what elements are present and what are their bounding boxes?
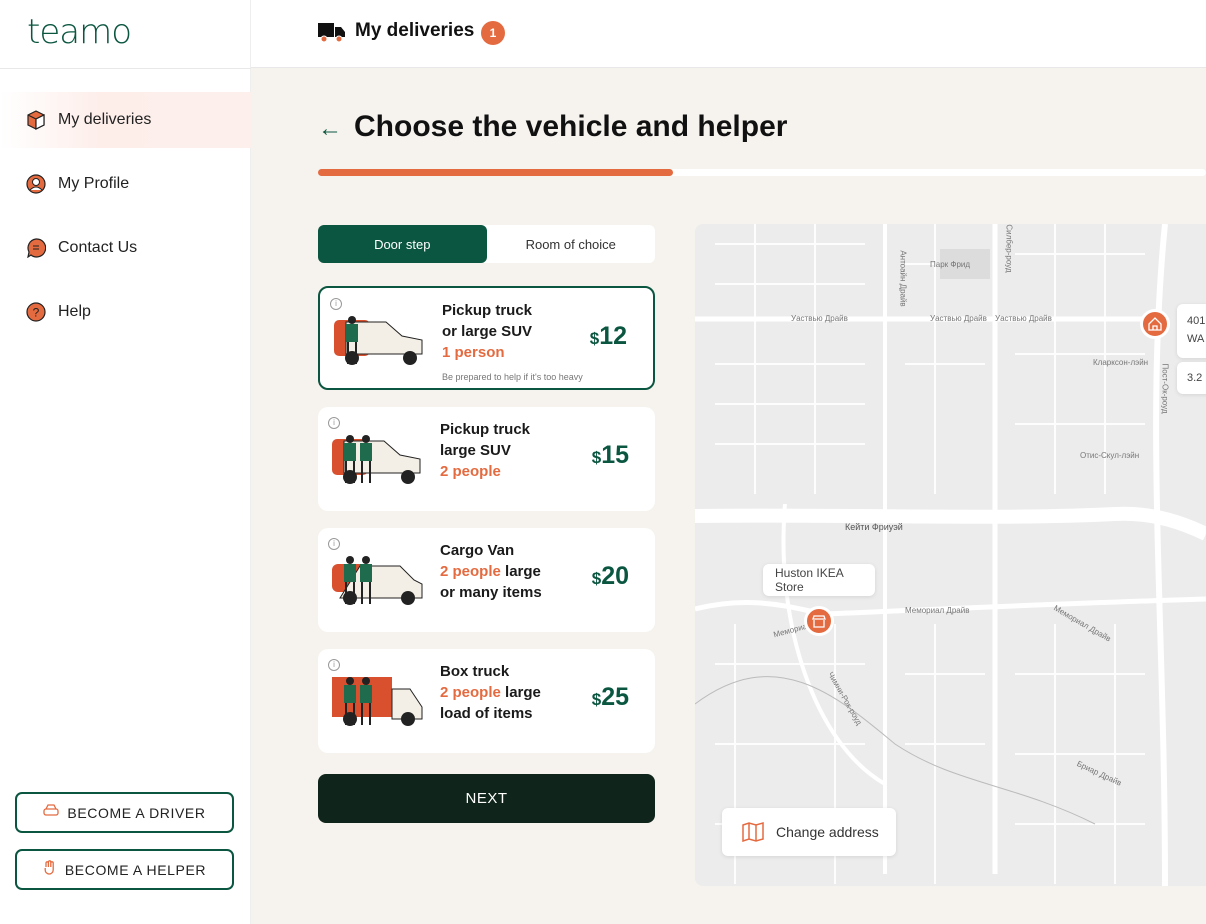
become-driver-button[interactable]: BECOME A DRIVER xyxy=(15,792,234,833)
become-driver-label: BECOME A DRIVER xyxy=(67,804,206,821)
info-icon[interactable]: i xyxy=(328,417,340,429)
vehicle-illustration xyxy=(334,316,423,365)
vehicle-option-card[interactable]: i Box truck 2 people large load of items… xyxy=(318,649,655,753)
logo: teamo xyxy=(27,12,132,52)
home-marker[interactable] xyxy=(1140,309,1170,339)
delivery-type-toggle: Door step Room of choice xyxy=(318,225,655,263)
vehicle-option-card[interactable]: i Cargo Van 2 people large or many items… xyxy=(318,528,655,632)
page-title: Choose the vehicle and helper xyxy=(354,110,788,143)
vehicle-illustration xyxy=(332,435,421,484)
street-label: Отис-Скул-лэйн xyxy=(1080,451,1140,460)
address-card: 401 WA xyxy=(1177,304,1206,358)
price-value: 20 xyxy=(601,562,629,590)
price: $15 xyxy=(592,441,629,470)
store-label: Huston IKEA Store xyxy=(763,564,875,596)
info-icon[interactable]: i xyxy=(328,659,340,671)
chat-icon xyxy=(26,238,46,258)
vehicle-name: Box truck xyxy=(440,663,510,680)
vehicle-detail: load of items xyxy=(440,705,533,722)
vehicle-detail: or many items xyxy=(440,584,542,601)
helpers-count: 2 people xyxy=(440,463,501,480)
become-helper-label: BECOME A HELPER xyxy=(64,861,207,878)
vehicle-option-card[interactable]: i Pickup truck or large SUV 1 person Be … xyxy=(318,286,655,390)
sidebar-item-contact-us[interactable]: Contact Us xyxy=(0,220,251,276)
distance-card: 3.2 xyxy=(1177,362,1206,394)
store-marker[interactable] xyxy=(804,606,834,636)
price: $25 xyxy=(592,683,629,712)
progress-bar xyxy=(318,169,1206,176)
street-label: Уаствью Драйв xyxy=(995,314,1052,323)
next-button[interactable]: NEXT xyxy=(318,774,655,823)
svg-text:?: ? xyxy=(33,306,40,320)
address-line: WA xyxy=(1187,333,1205,345)
header: My deliveries 1 xyxy=(251,0,1206,68)
helpers-count: 2 people xyxy=(440,563,501,580)
street-label: Мемориал Драйв xyxy=(905,606,970,615)
sidebar-item-label: My Profile xyxy=(58,175,130,192)
price: $12 xyxy=(590,322,627,351)
price-value: 25 xyxy=(601,683,629,711)
map-icon xyxy=(742,822,764,842)
sidebar-item-my-deliveries[interactable]: My deliveries xyxy=(0,92,251,148)
street-label: Кейти Фриуэй xyxy=(845,522,903,532)
address-line: 401 xyxy=(1187,315,1206,327)
become-helper-button[interactable]: BECOME A HELPER xyxy=(15,849,234,890)
currency-symbol: $ xyxy=(591,569,602,588)
helpers-count: 1 person xyxy=(442,344,505,361)
user-icon xyxy=(26,174,46,194)
info-icon[interactable]: i xyxy=(330,298,342,310)
currency-symbol: $ xyxy=(589,329,600,348)
home-icon xyxy=(1148,317,1162,331)
sidebar-item-help[interactable]: ? Help xyxy=(0,284,251,340)
header-title: My deliveries xyxy=(355,20,475,41)
vehicle-name-line2: large SUV xyxy=(440,442,511,459)
truck-icon xyxy=(318,21,345,48)
deliveries-count-badge: 1 xyxy=(481,21,505,45)
helpers-count: 2 people xyxy=(440,684,501,701)
sidebar-item-my-profile[interactable]: My Profile xyxy=(0,156,251,212)
street-label: Кларксон-лэйн xyxy=(1093,358,1149,367)
map[interactable]: Уаствью Драйв Уаствью Драйв Уаствью Драйв К… xyxy=(695,224,1206,886)
tab-door-step[interactable]: Door step xyxy=(318,225,487,263)
hand-icon xyxy=(43,860,57,879)
street-label: Парк Фрид xyxy=(930,260,971,269)
vehicle-option-card[interactable]: i Pickup truck large SUV 2 people $15 xyxy=(318,407,655,511)
vehicle-note: Be prepared to help if it's too heavy xyxy=(442,372,583,382)
progress-fill xyxy=(318,169,674,176)
vehicle-illustration xyxy=(332,556,423,605)
price: $20 xyxy=(592,562,629,591)
street-label: Уаствью Драйв xyxy=(930,314,987,323)
vehicle-name: Cargo Van xyxy=(440,542,515,559)
tab-room-of-choice[interactable]: Room of choice xyxy=(487,225,656,263)
sidebar-item-label: Contact Us xyxy=(58,239,138,256)
vehicle-size: large xyxy=(500,563,541,580)
help-icon: ? xyxy=(26,302,46,322)
price-value: 12 xyxy=(599,322,627,350)
price-value: 15 xyxy=(601,441,629,469)
sidebar: teamo My deliveries My Profile Contact U… xyxy=(0,0,251,924)
change-address-button[interactable]: Change address xyxy=(722,808,896,856)
change-address-label: Change address xyxy=(776,824,879,840)
vehicle-illustration xyxy=(332,677,423,726)
back-arrow-icon[interactable]: ← xyxy=(318,115,342,143)
box-icon xyxy=(26,110,46,130)
vehicle-name: Pickup truck xyxy=(442,302,533,319)
sidebar-item-label: My deliveries xyxy=(58,111,152,128)
street-label: Силбер-роуд xyxy=(1004,224,1014,273)
vehicle-name: Pickup truck xyxy=(440,421,531,438)
vehicle-size: large xyxy=(500,684,541,701)
car-icon xyxy=(43,804,60,821)
currency-symbol: $ xyxy=(591,690,602,709)
street-label: Пост-Ок-роуд xyxy=(1160,363,1170,414)
divider xyxy=(0,68,251,69)
street-label: Уаствью Драйв xyxy=(791,314,848,323)
sidebar-item-label: Help xyxy=(58,303,91,320)
map-roads xyxy=(695,224,1206,886)
currency-symbol: $ xyxy=(591,448,602,467)
info-icon[interactable]: i xyxy=(328,538,340,550)
vehicle-name-line2: or large SUV xyxy=(442,323,533,340)
street-label: Антоайн Драйв xyxy=(898,250,908,307)
store-icon xyxy=(812,614,826,628)
